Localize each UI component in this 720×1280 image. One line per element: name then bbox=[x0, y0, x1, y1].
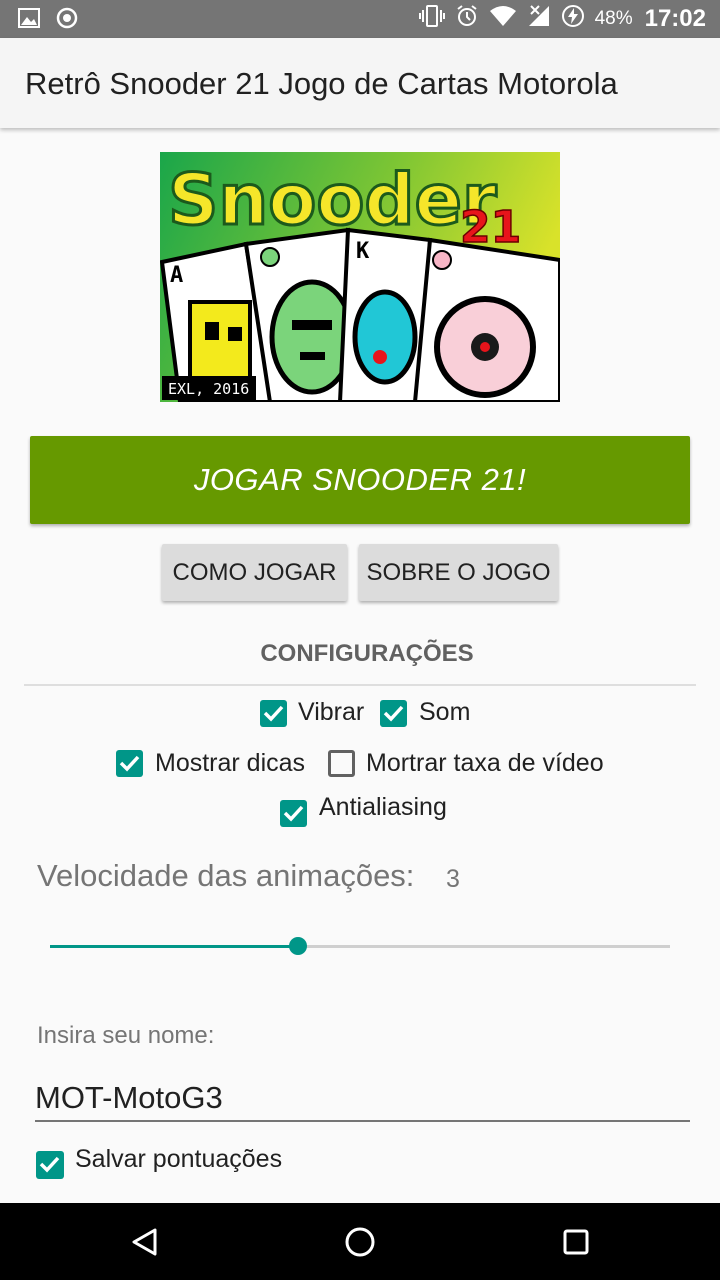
app-title: Retrô Snooder 21 Jogo de Cartas Motorola bbox=[25, 66, 618, 101]
how-to-play-button[interactable]: COMO JOGAR bbox=[162, 544, 347, 601]
navigation-bar bbox=[0, 1203, 720, 1280]
show-fps-checkbox[interactable] bbox=[328, 750, 355, 777]
battery-charging-icon bbox=[561, 4, 585, 33]
name-input[interactable] bbox=[35, 1076, 690, 1122]
home-icon[interactable] bbox=[344, 1226, 376, 1263]
sound-checkbox[interactable] bbox=[380, 700, 407, 727]
vibrate-icon bbox=[418, 4, 445, 33]
alarm-icon bbox=[455, 4, 479, 33]
wifi-icon bbox=[489, 5, 517, 32]
vibrate-label[interactable]: Vibrar bbox=[298, 698, 364, 727]
slider-track-filled[interactable] bbox=[50, 945, 298, 948]
app-bar: Retrô Snooder 21 Jogo de Cartas Motorola bbox=[0, 38, 720, 128]
show-hints-label[interactable]: Mostrar dicas bbox=[155, 749, 305, 778]
status-bar: 48% 17:02 bbox=[0, 0, 720, 38]
sound-label[interactable]: Som bbox=[419, 698, 470, 727]
about-button[interactable]: SOBRE O JOGO bbox=[359, 544, 558, 601]
show-fps-label[interactable]: Mortrar taxa de vídeo bbox=[366, 749, 604, 778]
clock: 17:02 bbox=[644, 4, 706, 32]
checkmark-icon bbox=[383, 705, 404, 722]
banner-credit: EXL, 2016 bbox=[168, 380, 249, 398]
settings-divider bbox=[24, 684, 696, 686]
checkmark-icon bbox=[39, 1156, 60, 1173]
battery-percent: 48% bbox=[594, 7, 633, 29]
save-scores-label[interactable]: Salvar pontuações bbox=[75, 1145, 282, 1174]
checkmark-icon bbox=[283, 805, 304, 822]
image-icon bbox=[18, 8, 40, 33]
card-king-letter: K bbox=[356, 239, 370, 264]
recents-icon[interactable] bbox=[562, 1228, 590, 1261]
play-button[interactable]: JOGAR SNOODER 21! bbox=[30, 436, 690, 524]
checkmark-icon bbox=[263, 705, 284, 722]
back-icon[interactable] bbox=[130, 1227, 160, 1262]
banner-logo: Snooder bbox=[168, 159, 497, 241]
animation-speed-label: Velocidade das animações: bbox=[37, 858, 415, 893]
record-icon bbox=[56, 7, 78, 34]
animation-speed-slider-thumb[interactable] bbox=[289, 937, 307, 955]
card-flower bbox=[412, 237, 562, 404]
antialiasing-label[interactable]: Antialiasing bbox=[319, 793, 447, 822]
animation-speed-value: 3 bbox=[446, 865, 460, 893]
show-hints-checkbox[interactable] bbox=[116, 750, 143, 777]
settings-title: CONFIGURAÇÕES bbox=[260, 640, 474, 667]
name-field-label: Insira seu nome: bbox=[37, 1022, 215, 1049]
vibrate-checkbox[interactable] bbox=[260, 700, 287, 727]
signal-icon bbox=[527, 4, 551, 33]
checkmark-icon bbox=[119, 755, 140, 772]
save-scores-checkbox[interactable] bbox=[36, 1151, 64, 1179]
game-banner: Snooder 21 A K EXL, 2016 bbox=[159, 152, 562, 404]
card-ace-letter: A bbox=[170, 263, 183, 288]
antialiasing-checkbox[interactable] bbox=[280, 800, 307, 827]
slider-track[interactable] bbox=[298, 945, 670, 948]
